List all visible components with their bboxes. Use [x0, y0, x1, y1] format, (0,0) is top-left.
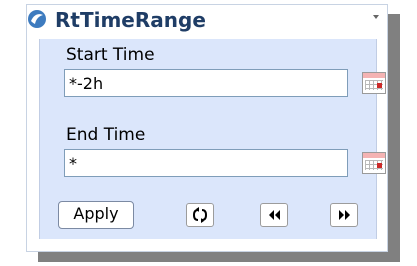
apply-button[interactable]: Apply [58, 201, 134, 229]
start-time-label: Start Time [66, 45, 155, 65]
fast-forward-button[interactable] [330, 203, 358, 227]
widget-title: RtTimeRange [55, 8, 206, 32]
panel-header: RtTimeRange [27, 5, 387, 39]
end-time-label: End Time [66, 125, 146, 145]
calendar-header [363, 73, 385, 78]
chevron-down-icon[interactable] [373, 15, 379, 19]
calendar-mark [377, 83, 382, 88]
fast-forward-icon [331, 210, 357, 230]
calendar-mark [377, 163, 382, 168]
start-time-input[interactable]: *-2h [64, 69, 348, 97]
end-time-input[interactable]: * [64, 149, 348, 177]
calendar-icon[interactable] [362, 72, 386, 94]
calendar-icon[interactable] [362, 152, 386, 174]
rewind-button[interactable] [260, 203, 288, 227]
calendar-header [363, 153, 385, 158]
refresh-icon [187, 207, 213, 230]
panel-body: Start Time *-2h End Time * Apply [39, 39, 386, 239]
pi-logo-icon [27, 9, 47, 29]
time-range-panel: RtTimeRange Start Time *-2h End Time * A… [26, 4, 388, 252]
refresh-button[interactable] [186, 203, 214, 227]
rewind-icon [261, 210, 287, 230]
